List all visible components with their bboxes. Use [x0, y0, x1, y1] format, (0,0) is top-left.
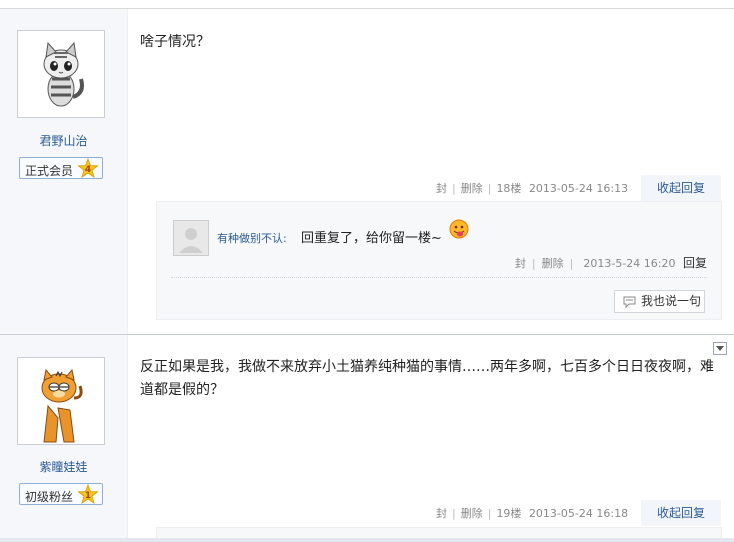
post-18: 君野山治 正式会员 4 啥子情况？ 封 | 删除 | 18楼 2013-05-24 16… — [0, 9, 734, 334]
reply-avatar[interactable] — [173, 220, 209, 256]
reply-reply-link[interactable]: 回复 — [683, 256, 707, 270]
username-link[interactable]: 君野山治 — [0, 132, 127, 149]
garfield-avatar-image — [41, 368, 83, 443]
rank-label: 初级粉丝 — [25, 490, 74, 504]
avatar[interactable] — [17, 357, 105, 445]
post-timestamp: 2013-05-24 16:13 — [528, 182, 629, 195]
seal-link[interactable]: 封 — [436, 507, 447, 520]
delete-link[interactable]: 删除 — [461, 507, 483, 520]
post-19: 紫瞳娃娃 初级粉丝 1 反正如果是我，我做不来放弃小土猫养纯种猫的事情……两年多… — [0, 335, 734, 538]
rank-badge: 初级粉丝 1 — [19, 483, 103, 505]
emoji-tongue-icon — [449, 219, 469, 239]
reply-panel: 有种做别不认: 回重复了，给你留一楼~ 封 | 删除 | 2013-5-24 16:20… — [156, 201, 722, 320]
comment-icon — [623, 296, 636, 308]
collapse-replies-button[interactable]: 收起回复 — [641, 175, 721, 201]
reply-delete-link[interactable]: 删除 — [542, 257, 564, 270]
reply-text: 回重复了，给你留一楼~ — [301, 231, 442, 246]
bottom-divider — [0, 538, 734, 542]
cat-avatar-image — [43, 41, 84, 107]
reply-seal-link[interactable]: 封 — [515, 257, 526, 270]
post-content: 反正如果是我，我做不来放弃小土猫养纯种猫的事情……两年多啊，七百多个日日夜夜啊，… — [140, 359, 714, 398]
rank-level: 1 — [85, 491, 91, 501]
reply-separator — [171, 277, 707, 278]
post-content: 啥子情况？ — [140, 34, 210, 50]
rank-level: 4 — [85, 165, 91, 175]
rank-label: 正式会员 — [25, 164, 74, 178]
say-something-label: 我也说一句 — [641, 294, 702, 308]
collapse-replies-button[interactable]: 收起回复 — [641, 500, 721, 526]
reply-timestamp: 2013-5-24 16:20 — [583, 257, 676, 270]
avatar[interactable] — [17, 30, 105, 118]
floor-number: 19楼 — [496, 507, 522, 520]
default-avatar-icon — [179, 228, 203, 253]
delete-link[interactable]: 删除 — [461, 182, 483, 195]
say-something-button[interactable]: 我也说一句 — [614, 290, 705, 313]
star-level-icon: 1 — [77, 484, 99, 504]
reply-meta: 封 | 删除 | 2013-5-24 16:20 回复 — [514, 256, 707, 270]
star-level-icon: 4 — [77, 158, 99, 178]
post-timestamp: 2013-05-24 16:18 — [528, 507, 629, 520]
floor-number: 18楼 — [496, 182, 522, 195]
username-link[interactable]: 紫瞳娃娃 — [0, 458, 127, 475]
rank-badge: 正式会员 4 — [19, 157, 103, 179]
seal-link[interactable]: 封 — [436, 182, 447, 195]
reply-username[interactable]: 有种做别不认: — [217, 230, 287, 246]
post-meta: 封 | 删除 | 19楼 2013-05-24 16:18 — [436, 507, 629, 520]
post-meta: 封 | 删除 | 18楼 2013-05-24 16:13 — [436, 182, 629, 195]
